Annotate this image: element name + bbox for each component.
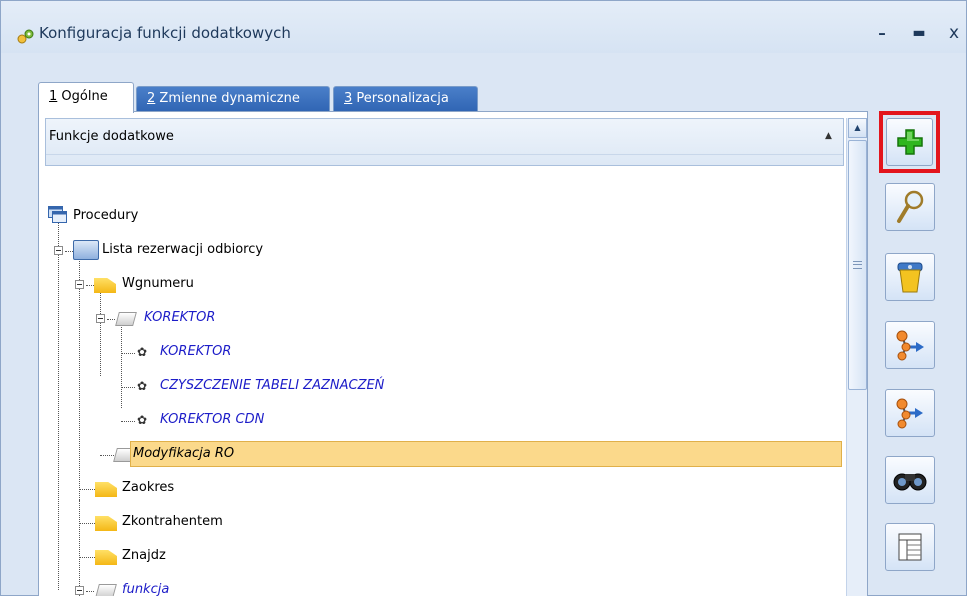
tree-node[interactable]: KOREKTOR (39, 302, 845, 334)
tree-node-label: KOREKTOR CDN (160, 412, 265, 427)
windows-icon (48, 206, 67, 223)
tree-line (79, 489, 97, 490)
selection-highlight (130, 441, 842, 467)
tree-node[interactable]: ✿ CZYSZCZENIE TABELI ZAZNACZEŃ (39, 370, 845, 402)
column-header-label: Funkcje dodatkowe (49, 129, 174, 144)
tree-node-label: Lista rezerwacji odbiorcy (102, 242, 264, 257)
tree-node-label: Zkontrahentem (122, 514, 223, 529)
tree-node-label: Znajdz (122, 548, 166, 563)
collapse-icon[interactable] (54, 246, 63, 255)
tree-line (100, 455, 114, 456)
tree-line (65, 251, 73, 252)
tree-node[interactable]: Wgnumeru (39, 268, 845, 300)
tree-line (86, 591, 94, 592)
tab-dynamic-variables[interactable]: 2 Zmienne dynamiczne (136, 86, 330, 112)
tab-general[interactable]: 1 Ogólne (38, 82, 134, 113)
preview-button[interactable] (885, 183, 935, 231)
header-divider (46, 154, 843, 155)
tree-line (121, 353, 135, 354)
magnifier-icon (897, 190, 924, 223)
collapse-icon[interactable] (75, 586, 84, 595)
close-button[interactable]: x (945, 24, 963, 42)
screen-icon (73, 240, 99, 260)
tree-line (79, 523, 97, 524)
plus-icon (896, 129, 923, 155)
sheet-icon (95, 584, 117, 596)
table-icon (898, 533, 922, 561)
minimize-button[interactable]: – (873, 24, 891, 42)
sheet-icon (115, 312, 137, 326)
molecule-export-icon (896, 330, 924, 361)
app-icon (17, 29, 34, 44)
molecule-import-icon (896, 398, 923, 429)
scroll-thumb[interactable] (848, 140, 867, 390)
find-button[interactable] (885, 456, 935, 504)
window-title: Konfiguracja funkcji dodatkowych (39, 24, 291, 42)
tree-line (79, 557, 97, 558)
functions-panel: Funkcje dodatkowe ▲ Procedury Lista reze… (38, 111, 868, 596)
import-button[interactable] (885, 389, 935, 437)
export-button[interactable] (885, 321, 935, 369)
tree-node-label: KOREKTOR (144, 310, 216, 325)
binoculars-icon (893, 473, 927, 491)
functions-tree: Procedury Lista rezerwacji odbiorcy Wgnu… (39, 200, 845, 596)
tree-node-label: funkcja (122, 582, 170, 596)
vertical-scrollbar[interactable]: ▲ (846, 118, 867, 596)
tree-line (121, 387, 135, 388)
tree-node-label: KOREKTOR (160, 344, 232, 359)
trash-icon (897, 262, 923, 293)
grip-icon (853, 261, 862, 269)
tree-line (121, 421, 135, 422)
gear-icon: ✿ (137, 345, 148, 359)
tree-node-label: Wgnumeru (122, 276, 194, 291)
tree-node-label: Modyfikacja RO (133, 446, 235, 461)
tree-node[interactable]: ✿ KOREKTOR (39, 336, 845, 368)
add-button[interactable] (879, 111, 940, 173)
tree-node[interactable]: ✿ KOREKTOR CDN (39, 404, 845, 436)
tree-node[interactable]: Znajdz (39, 540, 845, 572)
tree-node-label: CZYSZCZENIE TABELI ZAZNACZEŃ (160, 378, 385, 393)
tree-node[interactable]: Zkontrahentem (39, 506, 845, 538)
tab-personalization[interactable]: 3 Personalizacja (333, 86, 478, 112)
collapse-icon[interactable] (96, 314, 105, 323)
tree-node[interactable]: Zaokres (39, 472, 845, 504)
folder-icon (95, 482, 117, 497)
tree-node-label: Procedury (73, 208, 139, 223)
folder-icon (94, 278, 116, 293)
delete-button[interactable] (885, 253, 935, 301)
add-button-face (886, 118, 933, 166)
tree-node-selected[interactable]: Modyfikacja RO (39, 438, 845, 470)
side-toolbar (879, 111, 941, 596)
config-window: Konfiguracja funkcji dodatkowych – ▬ x 1… (0, 0, 967, 596)
tree-node[interactable]: Procedury (39, 200, 845, 232)
gear-icon: ✿ (137, 379, 148, 393)
scroll-up-button[interactable]: ▲ (848, 118, 867, 138)
title-bar: Konfiguracja funkcji dodatkowych – ▬ x (1, 1, 966, 53)
column-header[interactable]: Funkcje dodatkowe ▲ (45, 118, 844, 166)
tree-line (107, 319, 115, 320)
columns-button[interactable] (885, 523, 935, 571)
tree-node[interactable]: funkcja (39, 574, 845, 596)
tree-node[interactable]: Lista rezerwacji odbiorcy (39, 234, 845, 266)
collapse-icon[interactable] (75, 280, 84, 289)
tree-line (86, 285, 94, 286)
sort-arrow-icon: ▲ (825, 131, 832, 141)
folder-icon (95, 516, 117, 531)
maximize-button[interactable]: ▬ (910, 24, 928, 42)
tree-node-label: Zaokres (122, 480, 175, 495)
gear-icon: ✿ (137, 413, 148, 427)
folder-icon (95, 550, 117, 565)
